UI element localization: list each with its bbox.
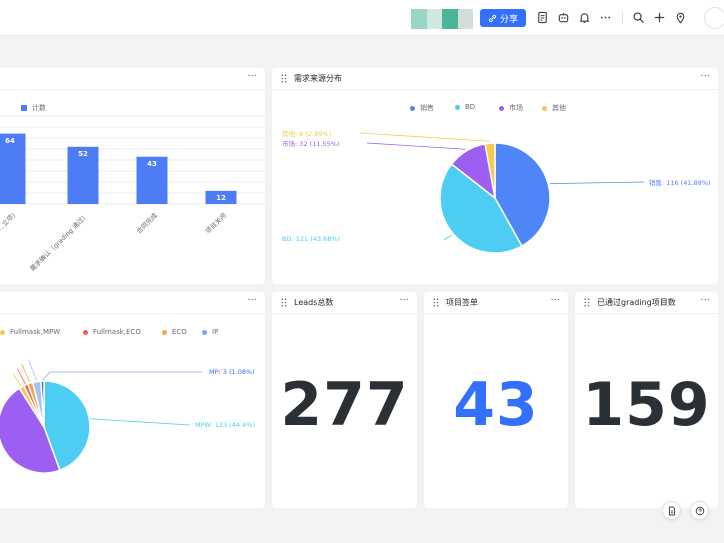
callout-line: [366, 142, 466, 150]
help-button[interactable]: [690, 501, 709, 520]
card-source-distribution: 需求来源分布 ··· 销售 BD 市场 其他 销售: 116 (41.88%) BD: 1…: [272, 68, 718, 284]
bar-value-label: 43: [147, 159, 157, 168]
avatar: [426, 9, 442, 29]
legend-item[interactable]: BD: [455, 103, 475, 111]
legend-dot: [162, 329, 167, 335]
legend-label: 销售: [420, 104, 434, 112]
bar-value-label: 64: [5, 136, 15, 145]
card-projects-signed: 项目签单 ··· 43: [424, 292, 568, 508]
user-avatar[interactable]: [704, 7, 724, 29]
project-type-pie-chart: [0, 359, 202, 474]
legend-item[interactable]: 销售: [410, 103, 434, 113]
top-toolbar: 分享: [0, 0, 724, 36]
callout-line: [28, 359, 37, 381]
legend-dot: [542, 105, 547, 111]
pie-callout: 销售: 116 (41.88%): [649, 179, 711, 187]
toolbar-divider: [622, 11, 623, 24]
pie-callout: MP: 3 (1.08%): [209, 368, 255, 376]
legend-label: 其他: [552, 104, 566, 112]
more-icon[interactable]: ···: [399, 295, 409, 306]
bar-value-label: 12: [216, 193, 226, 202]
card-title: 已通过grading项目数: [597, 298, 676, 307]
bar-value-label: 52: [78, 149, 88, 158]
avatar: [411, 9, 427, 29]
legend-item[interactable]: ECO: [162, 328, 187, 336]
card-title: 项目签单: [446, 298, 478, 307]
card-grading-passed: 已通过grading项目数 ··· 159: [575, 292, 718, 508]
legend-item[interactable]: 其他: [542, 103, 566, 113]
legend-label: Fullmask,ECO: [93, 328, 141, 336]
more-icon[interactable]: ···: [700, 295, 710, 306]
robot-icon[interactable]: [555, 9, 571, 25]
avatar: [442, 9, 458, 29]
plus-icon[interactable]: [651, 9, 667, 25]
bell-icon[interactable]: [576, 9, 592, 25]
share-label: 分享: [499, 14, 518, 25]
share-button[interactable]: 分享: [480, 9, 526, 27]
legend-dot: [83, 329, 88, 335]
more-icon[interactable]: [597, 9, 613, 25]
drag-handle-icon[interactable]: [281, 298, 287, 307]
callout-line: [90, 418, 191, 426]
report-icon[interactable]: [534, 9, 550, 25]
pie-callout: BD: 121 (43.68%): [282, 235, 341, 243]
pie-callout: MPW: 123 (44.4%): [195, 421, 256, 429]
legend-dot: [410, 105, 415, 111]
legend-item[interactable]: IP: [202, 328, 218, 336]
source-pie-chart: [359, 132, 645, 254]
legend-dot: [499, 105, 504, 111]
callout-line: [550, 181, 645, 185]
grading-passed-value: 159: [582, 370, 711, 440]
legend-label: Fullmask,MPW: [10, 328, 61, 336]
legend-dot: [0, 329, 5, 335]
callout-line: [42, 371, 202, 381]
legend-label: ECO: [172, 328, 187, 336]
card-project-type-distribution: ··· Fullmask,MPW Fullmask,ECO ECO IP MP: 3 (…: [0, 292, 265, 508]
search-icon[interactable]: [630, 9, 646, 25]
legend-label: IP: [212, 328, 219, 336]
card-title: Leads总数: [294, 298, 334, 307]
leads-total-value: 277: [280, 370, 409, 440]
avatar: [457, 9, 473, 29]
drag-handle-icon[interactable]: [584, 298, 590, 307]
pie-callout: 其他: 8 (2.89%): [282, 130, 332, 138]
collaborator-avatars[interactable]: [411, 9, 473, 29]
legend-item[interactable]: Fullmask,MPW: [0, 328, 60, 336]
callout-line: [12, 373, 22, 387]
callout-line: [359, 132, 490, 142]
signed-projects-value: 43: [453, 370, 539, 440]
legend-item[interactable]: Fullmask,ECO: [83, 328, 141, 336]
legend-dot: [455, 104, 460, 110]
legend-item[interactable]: 市场: [499, 103, 523, 113]
pie-callout: 市场: 32 (11.55%): [282, 140, 340, 148]
card-stage-bar-chart: ··· 计数 64 ...立项) 52 需求确认（grading 通过） 43 合同完成 1…: [0, 68, 265, 284]
help-icon: [695, 506, 704, 515]
document-icon: [668, 506, 675, 515]
document-button[interactable]: [662, 501, 681, 520]
location-pin-icon[interactable]: [672, 9, 688, 25]
legend-label: BD: [465, 103, 476, 111]
drag-handle-icon[interactable]: [433, 298, 439, 307]
card-leads-total: Leads总数 ··· 277: [272, 292, 417, 508]
more-icon[interactable]: ···: [550, 295, 560, 306]
legend-label: 市场: [509, 104, 523, 112]
legend-dot: [202, 329, 207, 335]
callout-line: [443, 234, 452, 241]
link-icon: [488, 14, 497, 22]
